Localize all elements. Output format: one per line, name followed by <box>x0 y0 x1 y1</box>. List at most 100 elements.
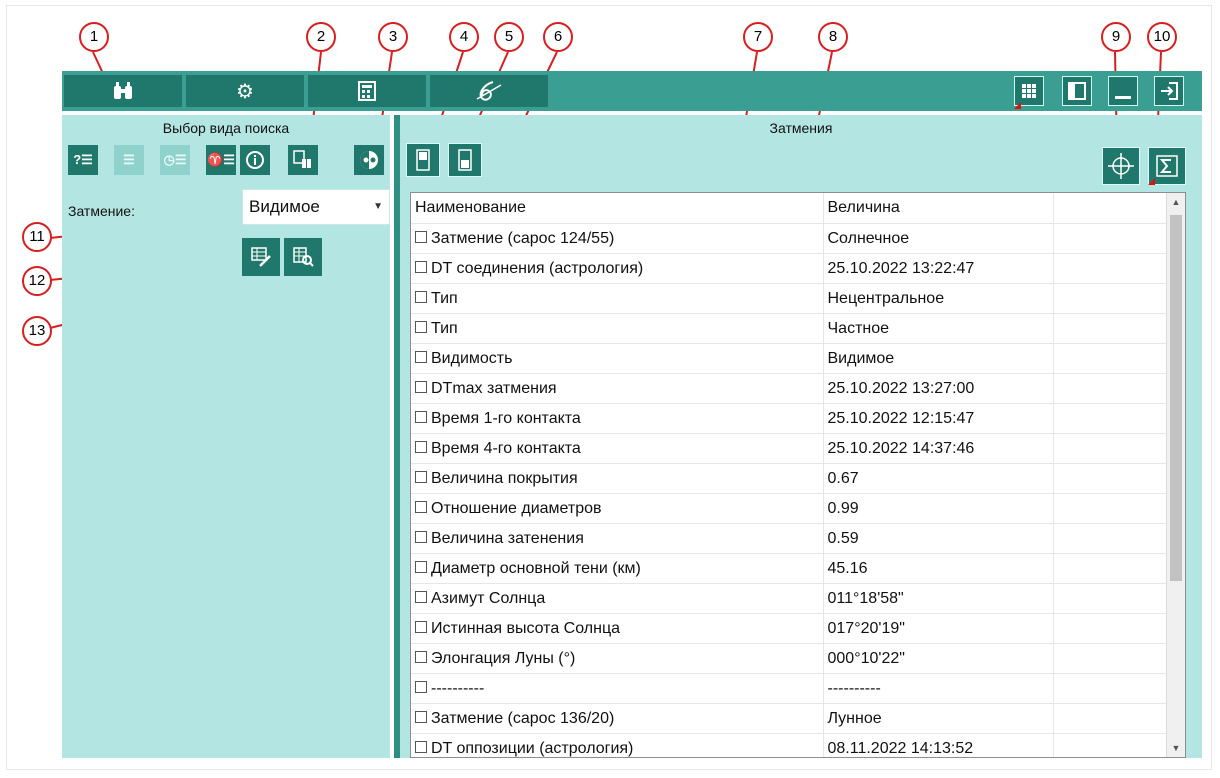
row-checkbox[interactable] <box>415 740 427 753</box>
table-row[interactable]: Тип Частное <box>411 313 1168 344</box>
column-header-name[interactable]: Наименование <box>411 193 824 224</box>
astro-list-button[interactable]: ♈☰ <box>206 145 236 175</box>
tab-astro[interactable] <box>430 75 548 107</box>
row-checkbox[interactable] <box>415 590 427 603</box>
info-button[interactable] <box>240 145 270 175</box>
eclipse-mode-button[interactable] <box>354 145 384 175</box>
split-left-button[interactable] <box>406 143 440 177</box>
tab-search[interactable] <box>64 75 182 107</box>
table-row[interactable]: Видимость Видимое <box>411 343 1168 374</box>
empty-cell <box>1053 253 1168 284</box>
row-name: ---------- <box>431 679 485 697</box>
row-name: DT оппозиции (астрология) <box>431 739 634 757</box>
row-name: Диаметр основной тени (км) <box>431 559 641 577</box>
row-checkbox[interactable] <box>415 260 427 273</box>
name-cell: Затмение (сарос 124/55) <box>411 223 824 254</box>
column-header-value[interactable]: Величина <box>823 193 1054 224</box>
empty-cell <box>1053 493 1168 524</box>
callout-7: 7 <box>743 22 773 52</box>
vertical-scrollbar[interactable]: ▲ ▼ <box>1166 193 1185 757</box>
table-row[interactable]: Азимут Солнца 011°18'58" <box>411 583 1168 614</box>
value-cell: 011°18'58" <box>823 583 1054 614</box>
empty-cell <box>1053 733 1168 757</box>
name-cell: DT соединения (астрология) <box>411 253 824 284</box>
table-row[interactable]: Затмение (сарос 136/20) Лунное <box>411 703 1168 734</box>
table-row[interactable]: Истинная высота Солнца 017°20'19" <box>411 613 1168 644</box>
empty-cell <box>1053 223 1168 254</box>
callout-4: 4 <box>449 22 479 52</box>
callout-13: 13 <box>22 316 52 346</box>
row-checkbox[interactable] <box>415 530 427 543</box>
value-cell: 25.10.2022 12:15:47 <box>823 403 1054 434</box>
value-cell: Видимое <box>823 343 1054 374</box>
row-checkbox[interactable] <box>415 680 427 693</box>
table-row[interactable]: Диаметр основной тени (км) 45.16 <box>411 553 1168 584</box>
row-checkbox[interactable] <box>415 470 427 483</box>
row-checkbox[interactable] <box>415 560 427 573</box>
table-row[interactable]: Время 1-го контакта 25.10.2022 12:15:47 <box>411 403 1168 434</box>
table-row[interactable]: Отношение диаметров 0.99 <box>411 493 1168 524</box>
scroll-down-icon[interactable]: ▼ <box>1167 739 1185 757</box>
table-row[interactable]: DT соединения (астрология) 25.10.2022 13:… <box>411 253 1168 284</box>
table-binoculars-icon <box>293 150 311 168</box>
name-cell: DT оппозиции (астрология) <box>411 733 824 757</box>
row-checkbox[interactable] <box>415 410 427 423</box>
row-checkbox[interactable] <box>415 620 427 633</box>
value-cell: Солнечное <box>823 223 1054 254</box>
tab-settings[interactable]: ⚙ <box>186 75 304 107</box>
row-name: Элонгация Луны (°) <box>431 649 576 667</box>
table-row[interactable]: Элонгация Луны (°) 000°10'22" <box>411 643 1168 674</box>
eclipse-data-grid[interactable]: Наименование Величина Затмение (сарос 12… <box>410 192 1186 758</box>
table-row[interactable]: Величина покрытия 0.67 <box>411 463 1168 494</box>
search-results-button[interactable] <box>284 238 322 276</box>
row-checkbox[interactable] <box>415 440 427 453</box>
column-header-empty <box>1053 193 1168 224</box>
split-top-icon <box>416 149 430 171</box>
eclipse-search-button[interactable] <box>288 145 318 175</box>
corner-marker <box>1148 178 1155 185</box>
binoculars-icon <box>114 82 132 99</box>
minimize-button[interactable] <box>1108 76 1138 106</box>
row-checkbox[interactable] <box>415 380 427 393</box>
table-row[interactable]: Тип Нецентральное <box>411 283 1168 314</box>
panel-toggle-button[interactable] <box>1062 76 1092 106</box>
database-list-icon: ☰ <box>123 152 135 167</box>
locate-button[interactable] <box>1102 147 1140 185</box>
table-row[interactable]: DTmax затмения 25.10.2022 13:27:00 <box>411 373 1168 404</box>
row-checkbox[interactable] <box>415 350 427 363</box>
table-row[interactable]: ---------- ---------- <box>411 673 1168 704</box>
table-row[interactable]: DT оппозиции (астрология) 08.11.2022 14:1… <box>411 733 1168 757</box>
empty-cell <box>1053 643 1168 674</box>
row-checkbox[interactable] <box>415 710 427 723</box>
eclipse-icon <box>360 151 378 169</box>
value-cell: 0.99 <box>823 493 1054 524</box>
empty-cell <box>1053 613 1168 644</box>
row-checkbox[interactable] <box>415 320 427 333</box>
query-list-button[interactable]: ?☰ <box>68 145 98 175</box>
tab-calculator[interactable] <box>308 75 426 107</box>
split-right-button[interactable] <box>448 143 482 177</box>
row-name: Видимость <box>431 349 513 367</box>
split-bottom-icon <box>458 149 472 171</box>
eclipse-visibility-select[interactable]: Видимое ▼ <box>242 189 390 225</box>
scroll-up-icon[interactable]: ▲ <box>1167 193 1185 211</box>
row-checkbox[interactable] <box>415 290 427 303</box>
table-row[interactable]: Затмение (сарос 124/55) Солнечное <box>411 223 1168 254</box>
eclipse-table: Наименование Величина Затмение (сарос 12… <box>411 193 1168 757</box>
empty-cell <box>1053 583 1168 614</box>
empty-cell <box>1053 403 1168 434</box>
table-row[interactable]: Величина затенения 0.59 <box>411 523 1168 554</box>
database-list-button[interactable]: ☰ <box>114 145 144 175</box>
row-checkbox[interactable] <box>415 230 427 243</box>
name-cell: DTmax затмения <box>411 373 824 404</box>
calculate-button[interactable] <box>242 238 280 276</box>
exit-button[interactable] <box>1154 76 1184 106</box>
table-row[interactable]: Время 4-го контакта 25.10.2022 14:37:46 <box>411 433 1168 464</box>
callout-1: 1 <box>79 22 109 52</box>
clock-list-button[interactable]: ◷☰ <box>160 145 190 175</box>
name-cell: Время 1-го контакта <box>411 403 824 434</box>
row-checkbox[interactable] <box>415 500 427 513</box>
row-checkbox[interactable] <box>415 650 427 663</box>
scrollbar-thumb[interactable] <box>1170 215 1182 581</box>
panel-icon <box>1068 82 1086 100</box>
